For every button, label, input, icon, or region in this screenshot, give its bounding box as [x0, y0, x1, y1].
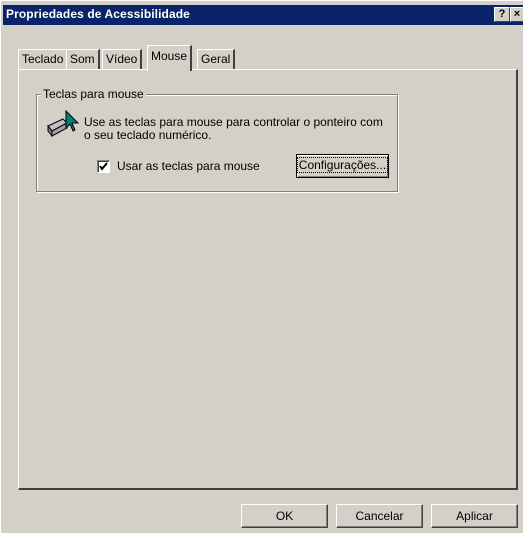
tab-som[interactable]: Som — [66, 49, 100, 69]
ok-button[interactable]: OK — [241, 504, 328, 528]
group-title: Teclas para mouse — [41, 87, 146, 101]
use-mouse-keys-label[interactable]: Usar as teclas para mouse — [117, 159, 260, 173]
mouse-keys-description: Use as teclas para mouse para controlar … — [84, 115, 383, 142]
window-title: Propriedades de Acessibilidade — [6, 7, 190, 21]
use-mouse-keys-checkbox[interactable] — [97, 160, 110, 173]
tab-panel-mouse: Teclas para mouse Use as teclas para mou… — [18, 69, 518, 490]
cancel-button[interactable]: Cancelar — [336, 504, 423, 528]
apply-button[interactable]: Aplicar — [431, 504, 518, 528]
tab-teclado[interactable]: Teclado — [18, 49, 69, 69]
tab-geral[interactable]: Geral — [197, 49, 236, 69]
tab-mouse[interactable]: Mouse — [147, 45, 193, 71]
settings-button-label: Configurações... — [296, 157, 389, 173]
help-button[interactable]: ? — [494, 7, 510, 22]
settings-button[interactable]: Configurações... — [296, 154, 389, 178]
title-bar[interactable]: Propriedades de Acessibilidade ? × — [3, 5, 524, 25]
accessibility-properties-dialog: Propriedades de Acessibilidade ? × Tecla… — [0, 0, 525, 533]
mouse-keys-icon — [47, 110, 80, 138]
check-mark-icon — [99, 162, 108, 171]
close-button[interactable]: × — [510, 7, 524, 22]
close-icon: × — [513, 8, 521, 20]
help-icon: ? — [498, 8, 506, 20]
tab-video[interactable]: Vídeo — [102, 49, 143, 69]
